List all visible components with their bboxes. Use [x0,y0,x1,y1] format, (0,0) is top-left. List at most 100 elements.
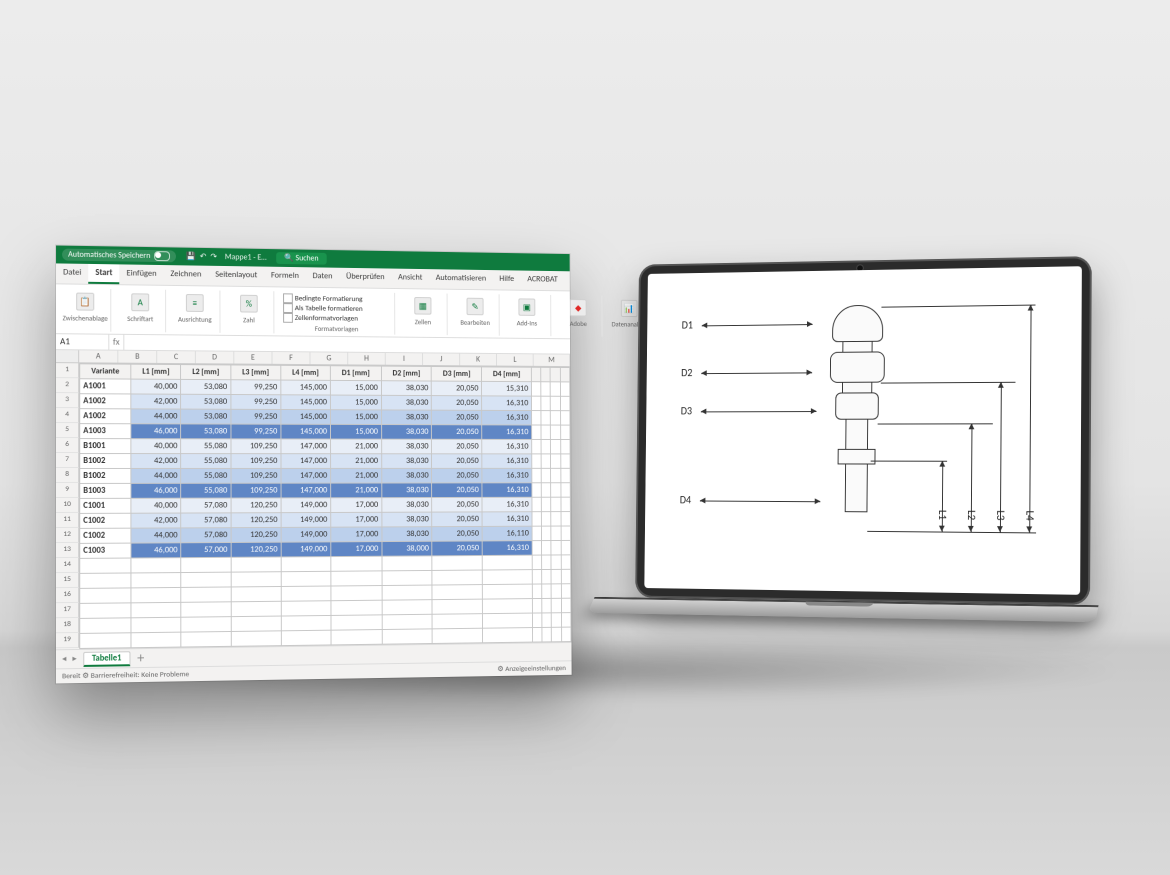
column-header[interactable]: F [272,352,310,364]
cell[interactable]: 42,000 [131,513,181,528]
cell[interactable]: 16,310 [482,425,532,440]
row-header[interactable]: 11 [56,513,79,528]
cell[interactable]: 38,030 [381,381,432,396]
cell[interactable]: 46,000 [131,483,181,498]
cell[interactable]: 16,310 [482,396,532,411]
table-header[interactable]: D3 [mm] [432,366,482,381]
cell[interactable]: 99,250 [231,394,281,409]
ribbon-tab[interactable]: Automatisieren [429,269,493,289]
cell[interactable]: C1002 [80,528,131,543]
cell[interactable]: A1002 [80,409,131,424]
cell[interactable]: 16,310 [482,541,532,556]
cell[interactable]: 21,000 [331,483,382,498]
cell[interactable]: C1002 [80,513,131,528]
ribbon-tab[interactable]: Start [88,264,119,284]
cell[interactable]: 20,050 [432,526,482,541]
font-icon[interactable]: A [131,293,149,311]
cell[interactable]: 38,000 [382,541,433,556]
column-header[interactable]: M [534,354,571,366]
edit-icon[interactable]: ✎ [467,298,484,316]
row-header[interactable]: 7 [56,453,79,468]
cell[interactable]: 109,250 [231,483,281,498]
row-header[interactable]: 8 [56,468,79,483]
cell[interactable]: 42,000 [131,454,181,469]
align-icon[interactable]: ≡ [186,294,204,312]
cell[interactable]: 149,000 [281,498,331,513]
cell[interactable]: 109,250 [231,439,281,454]
cell[interactable]: 120,250 [231,527,281,542]
column-header[interactable]: A [79,350,118,362]
cell[interactable]: 38,030 [382,498,433,513]
cell[interactable]: 145,000 [281,395,331,410]
redo-icon[interactable]: ↷ [210,252,217,262]
table-header[interactable]: D2 [mm] [381,366,432,381]
cell[interactable]: 17,000 [331,527,382,542]
cell[interactable]: 99,250 [231,424,281,439]
column-header[interactable]: D [196,351,234,363]
cell[interactable]: C1003 [80,543,131,558]
table-header[interactable]: L2 [mm] [181,365,231,380]
cell[interactable]: 120,250 [231,542,281,557]
cell[interactable]: 15,000 [330,395,381,410]
cell[interactable]: 21,000 [331,454,382,469]
cell[interactable]: 44,000 [131,409,181,424]
table-header[interactable]: D4 [mm] [482,367,532,382]
cell[interactable]: 20,050 [432,497,482,512]
row-header[interactable]: 10 [56,498,79,513]
cell[interactable]: 15,000 [330,424,381,439]
column-header[interactable]: B [118,351,157,363]
cell[interactable]: 120,250 [231,498,281,513]
sheet-nav-left-icon[interactable]: ◂ [62,654,66,664]
cell[interactable]: 149,000 [281,542,331,557]
cell[interactable]: A1001 [80,379,131,394]
ribbon-tab[interactable]: Hilfe [493,270,521,290]
ribbon-tab[interactable]: Ansicht [391,269,429,289]
adobe-icon[interactable]: ◆ [570,299,587,316]
cell[interactable]: B1002 [80,454,131,469]
cell[interactable]: 147,000 [281,439,331,454]
cell[interactable]: 16,110 [482,526,532,541]
cell[interactable]: 55,080 [181,483,231,498]
cell[interactable]: 149,000 [281,512,331,527]
cell[interactable]: 16,310 [482,439,532,454]
worksheet[interactable]: 12345678910111213141516171819 VarianteL1… [56,363,571,649]
cell[interactable]: 20,050 [432,439,482,454]
cell[interactable]: 53,080 [181,394,231,409]
column-header[interactable]: J [423,353,460,365]
cell[interactable]: A1003 [80,424,131,439]
column-header[interactable]: L [497,354,534,366]
add-sheet-icon[interactable]: ＋ [136,652,145,664]
column-header[interactable]: K [460,354,497,366]
cell[interactable]: 16,310 [482,454,532,469]
cell[interactable]: 16,310 [482,483,532,498]
row-header[interactable]: 18 [56,618,79,633]
row-header[interactable]: 3 [56,393,79,408]
cell[interactable]: 38,030 [382,527,433,542]
cell[interactable]: 20,050 [432,541,482,556]
cell[interactable]: 147,000 [281,483,331,498]
ribbon-group-adobe[interactable]: ◆ Adobe [555,295,603,337]
cell[interactable]: 40,000 [131,379,181,394]
undo-icon[interactable]: ↶ [200,252,207,262]
cell[interactable]: 147,000 [281,468,331,483]
cell[interactable]: 15,310 [482,381,532,396]
row-header[interactable]: 9 [56,483,79,498]
cell[interactable]: 16,310 [482,468,532,483]
ribbon-group-alignment[interactable]: ≡ Ausrichtung [170,290,220,333]
cell[interactable]: 53,080 [181,409,231,424]
save-icon[interactable]: 💾 [186,252,196,262]
cell[interactable]: 21,000 [330,439,381,454]
cell[interactable]: 38,030 [382,483,433,498]
cell[interactable]: 20,050 [432,454,482,469]
cell[interactable]: 55,080 [181,439,231,454]
cell[interactable]: 38,030 [381,454,432,469]
cell[interactable]: 17,000 [331,498,382,513]
cell[interactable]: A1002 [80,394,131,409]
cell[interactable]: 40,000 [131,498,181,513]
cell[interactable]: 53,080 [181,424,231,439]
cell[interactable]: 109,250 [231,468,281,483]
cell[interactable]: 55,080 [181,454,231,469]
cell[interactable]: 57,080 [181,528,231,543]
cell[interactable]: 20,050 [432,396,482,411]
cell[interactable]: 57,080 [181,513,231,528]
